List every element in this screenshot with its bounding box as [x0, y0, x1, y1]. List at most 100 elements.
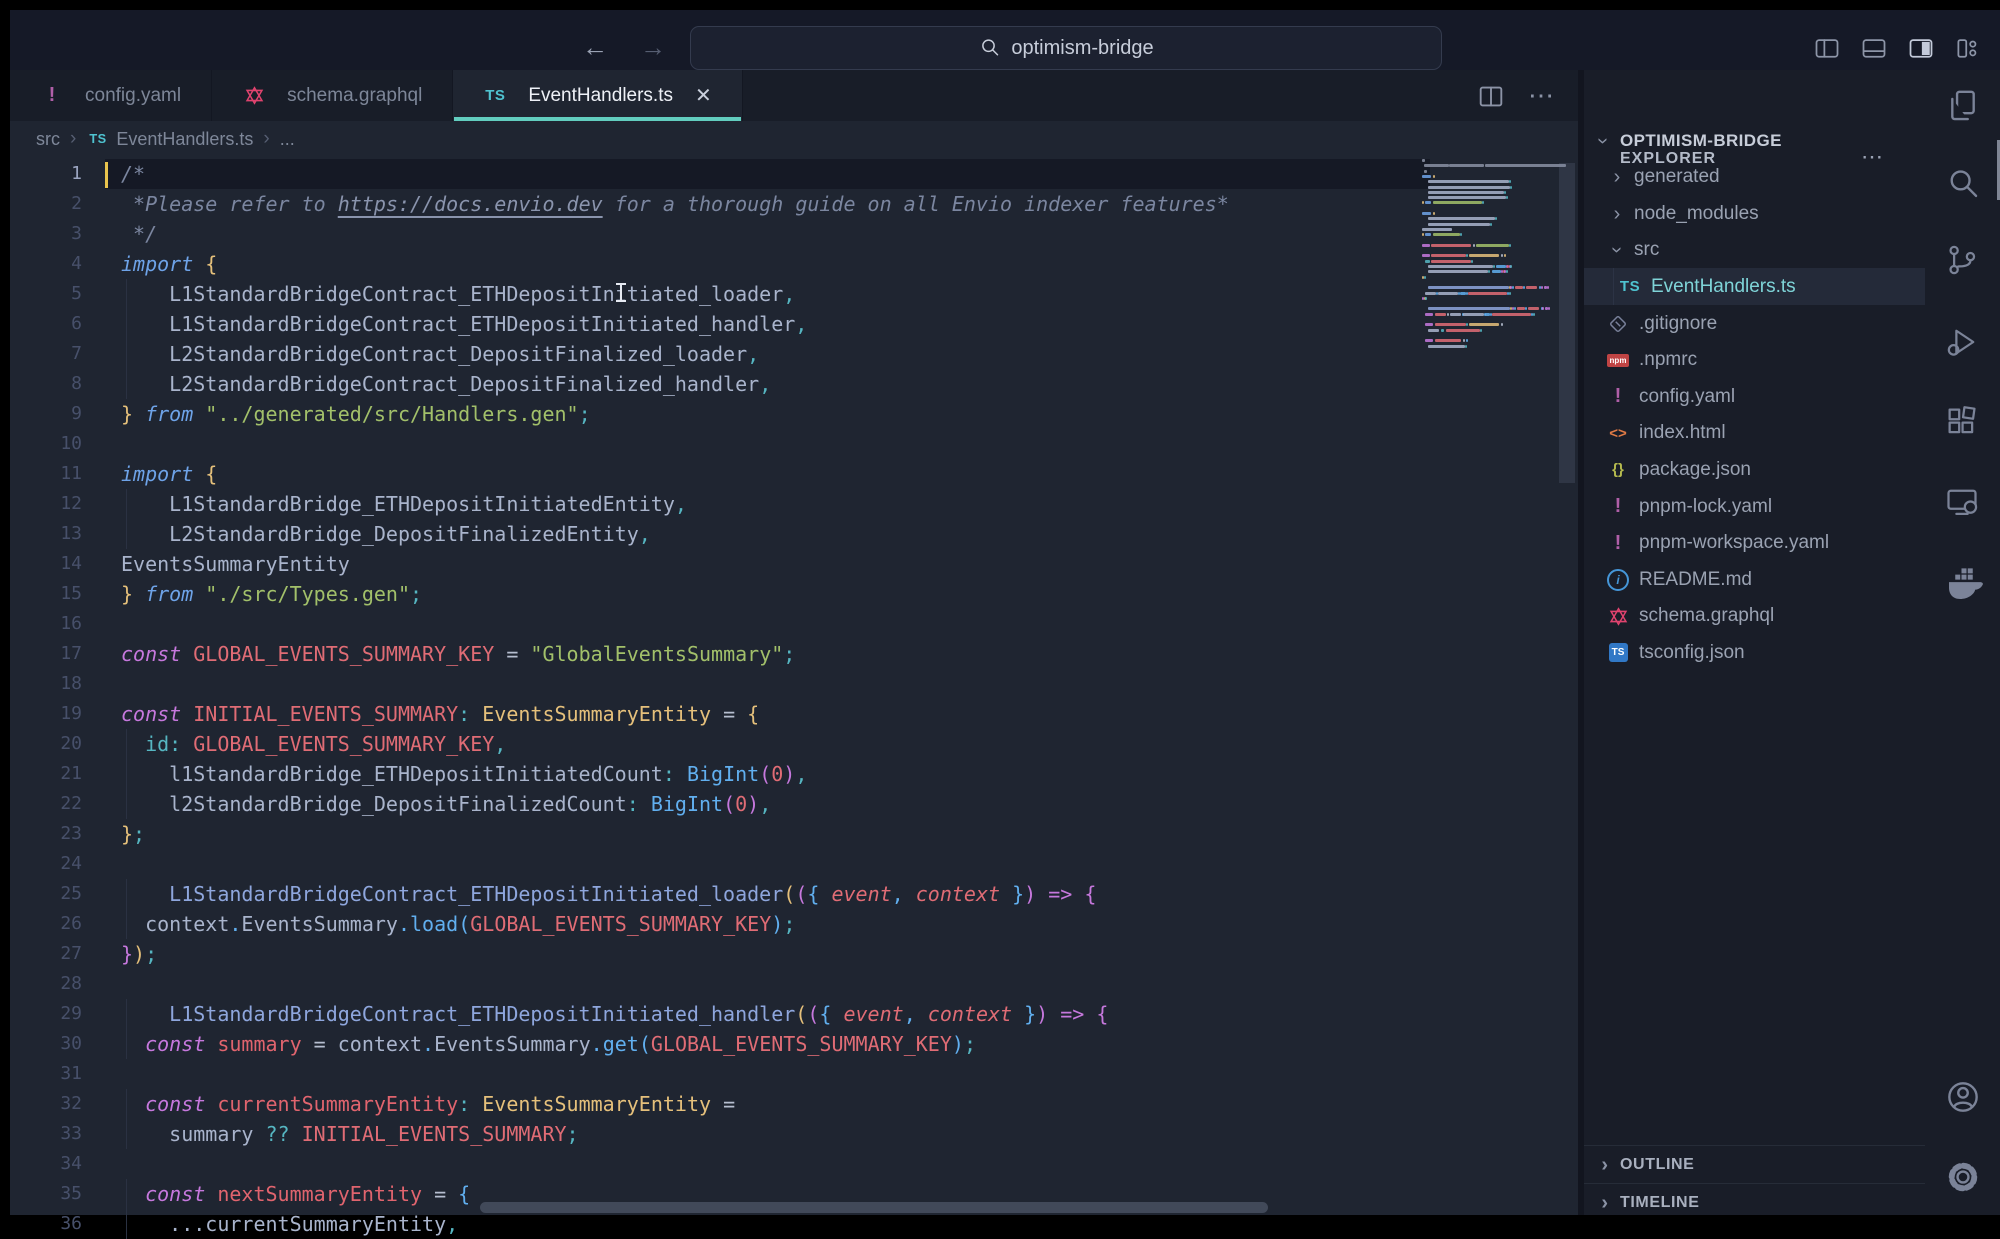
folder-row-src[interactable]: ›src	[1584, 232, 1925, 269]
line-number[interactable]: 14	[10, 549, 82, 579]
folder-row-node_modules[interactable]: ›node_modules	[1584, 195, 1925, 232]
file-row-schema.graphql[interactable]: schema.graphql	[1584, 598, 1925, 635]
line-number[interactable]: 35	[10, 1179, 82, 1209]
code-line[interactable]: 34	[10, 1149, 1430, 1179]
minimap[interactable]	[1420, 159, 1557, 559]
line-number[interactable]: 6	[10, 309, 82, 339]
code-line[interactable]: 30 const summary = context.EventsSummary…	[10, 1029, 1430, 1059]
line-number[interactable]: 29	[10, 999, 82, 1029]
line-number[interactable]: 21	[10, 759, 82, 789]
line-number[interactable]: 9	[10, 399, 82, 429]
code-line[interactable]: 8 L2StandardBridgeContract_DepositFinali…	[10, 369, 1430, 399]
code-line[interactable]: 11import {	[10, 459, 1430, 489]
line-number[interactable]: 22	[10, 789, 82, 819]
file-row-README.md[interactable]: iREADME.md	[1584, 561, 1925, 598]
file-row-package.json[interactable]: {}package.json	[1584, 451, 1925, 488]
file-row-pnpm-workspace.yaml[interactable]: !pnpm-workspace.yaml	[1584, 525, 1925, 562]
line-number[interactable]: 28	[10, 969, 82, 999]
code-line[interactable]: 32 const currentSummaryEntity: EventsSum…	[10, 1089, 1430, 1119]
customize-layout-icon[interactable]	[1954, 34, 1984, 64]
vertical-scrollbar[interactable]	[1559, 163, 1575, 483]
line-number[interactable]: 3	[10, 219, 82, 249]
line-number[interactable]: 34	[10, 1149, 82, 1179]
line-number[interactable]: 32	[10, 1089, 82, 1119]
code-line[interactable]: 12 L1StandardBridge_ETHDepositInitiatedE…	[10, 489, 1430, 519]
line-number[interactable]: 20	[10, 729, 82, 759]
line-number[interactable]: 5	[10, 279, 82, 309]
line-number[interactable]: 18	[10, 669, 82, 699]
code-line[interactable]: 13 L2StandardBridge_DepositFinalizedEnti…	[10, 519, 1430, 549]
code-line[interactable]: 29 L1StandardBridgeContract_ETHDepositIn…	[10, 999, 1430, 1029]
code-line[interactable]: 26 context.EventsSummary.load(GLOBAL_EVE…	[10, 909, 1430, 939]
file-row-EventHandlers.ts[interactable]: TSEventHandlers.ts	[1584, 268, 1925, 305]
code-line[interactable]: 5 L1StandardBridgeContract_ETHDepositIni…	[10, 279, 1430, 309]
remote-explorer-icon[interactable]	[1944, 484, 1982, 522]
docker-icon[interactable]	[1944, 564, 1982, 602]
code-line[interactable]: 24	[10, 849, 1430, 879]
line-number[interactable]: 24	[10, 849, 82, 879]
code-line[interactable]: 10	[10, 429, 1430, 459]
code-line[interactable]: 19const INITIAL_EVENTS_SUMMARY: EventsSu…	[10, 699, 1430, 729]
line-number[interactable]: 11	[10, 459, 82, 489]
line-number[interactable]: 16	[10, 609, 82, 639]
search-icon[interactable]	[1944, 165, 1982, 203]
code-line[interactable]: 3 */	[10, 219, 1430, 249]
code-line[interactable]: 1/*	[10, 159, 1430, 189]
code-line[interactable]: 28	[10, 969, 1430, 999]
account-icon[interactable]	[1944, 1078, 1982, 1116]
line-number[interactable]: 12	[10, 489, 82, 519]
run-debug-icon[interactable]	[1944, 324, 1982, 362]
code-line[interactable]: 25 L1StandardBridgeContract_ETHDepositIn…	[10, 879, 1430, 909]
line-number[interactable]: 27	[10, 939, 82, 969]
horizontal-scrollbar[interactable]	[480, 1202, 1268, 1213]
line-number[interactable]: 7	[10, 339, 82, 369]
code-line[interactable]: 6 L1StandardBridgeContract_ETHDepositIni…	[10, 309, 1430, 339]
code-line[interactable]: 23};	[10, 819, 1430, 849]
code-line[interactable]: 36 ...currentSummaryEntity,	[10, 1209, 1430, 1239]
code-line[interactable]: 22 l2StandardBridge_DepositFinalizedCoun…	[10, 789, 1430, 819]
code-line[interactable]: 21 l1StandardBridge_ETHDepositInitiatedC…	[10, 759, 1430, 789]
line-number[interactable]: 2	[10, 189, 82, 219]
code-line[interactable]: 17const GLOBAL_EVENTS_SUMMARY_KEY = "Glo…	[10, 639, 1430, 669]
toggle-panel-bottom-icon[interactable]	[1860, 34, 1890, 64]
section-outline[interactable]: ›OUTLINE	[1596, 1146, 1925, 1183]
code-line[interactable]: 20 id: GLOBAL_EVENTS_SUMMARY_KEY,	[10, 729, 1430, 759]
line-number[interactable]: 25	[10, 879, 82, 909]
line-number[interactable]: 4	[10, 249, 82, 279]
code-line[interactable]: 16	[10, 609, 1430, 639]
file-row-pnpm-lock.yaml[interactable]: !pnpm-lock.yaml	[1584, 488, 1925, 525]
code-line[interactable]: 31	[10, 1059, 1430, 1089]
files-icon[interactable]	[1944, 87, 1982, 125]
folder-row-generated[interactable]: ›generated	[1584, 159, 1925, 196]
line-number[interactable]: 23	[10, 819, 82, 849]
code-line[interactable]: 15} from "./src/Types.gen";	[10, 579, 1430, 609]
workspace-root-row[interactable]: ›OPTIMISM-BRIDGE	[1584, 122, 1925, 159]
file-row-.gitignore[interactable]: .gitignore	[1584, 305, 1925, 342]
line-number[interactable]: 13	[10, 519, 82, 549]
code-line[interactable]: 33 summary ?? INITIAL_EVENTS_SUMMARY;	[10, 1119, 1430, 1149]
line-number[interactable]: 1	[10, 159, 82, 189]
section-timeline[interactable]: ›TIMELINE	[1596, 1184, 1925, 1221]
file-row-index.html[interactable]: <>index.html	[1584, 415, 1925, 452]
line-number[interactable]: 19	[10, 699, 82, 729]
extensions-icon[interactable]	[1944, 404, 1982, 442]
code-line[interactable]: 14EventsSummaryEntity	[10, 549, 1430, 579]
line-number[interactable]: 8	[10, 369, 82, 399]
line-number[interactable]: 33	[10, 1119, 82, 1149]
toggle-panel-right-icon[interactable]	[1907, 34, 1937, 64]
code-line[interactable]: 7 L2StandardBridgeContract_DepositFinali…	[10, 339, 1430, 369]
file-row-config.yaml[interactable]: !config.yaml	[1584, 378, 1925, 415]
code-line[interactable]: 27});	[10, 939, 1430, 969]
line-number[interactable]: 15	[10, 579, 82, 609]
line-number[interactable]: 31	[10, 1059, 82, 1089]
line-number[interactable]: 17	[10, 639, 82, 669]
file-row-tsconfig.json[interactable]: TStsconfig.json	[1584, 634, 1925, 671]
source-control-icon[interactable]	[1944, 242, 1982, 280]
code-line[interactable]: 9} from "../generated/src/Handlers.gen";	[10, 399, 1430, 429]
toggle-panel-left-icon[interactable]	[1813, 34, 1843, 64]
line-number[interactable]: 30	[10, 1029, 82, 1059]
line-number[interactable]: 10	[10, 429, 82, 459]
code-line[interactable]: 4import {	[10, 249, 1430, 279]
line-number[interactable]: 26	[10, 909, 82, 939]
settings-icon[interactable]	[1944, 1158, 1982, 1196]
